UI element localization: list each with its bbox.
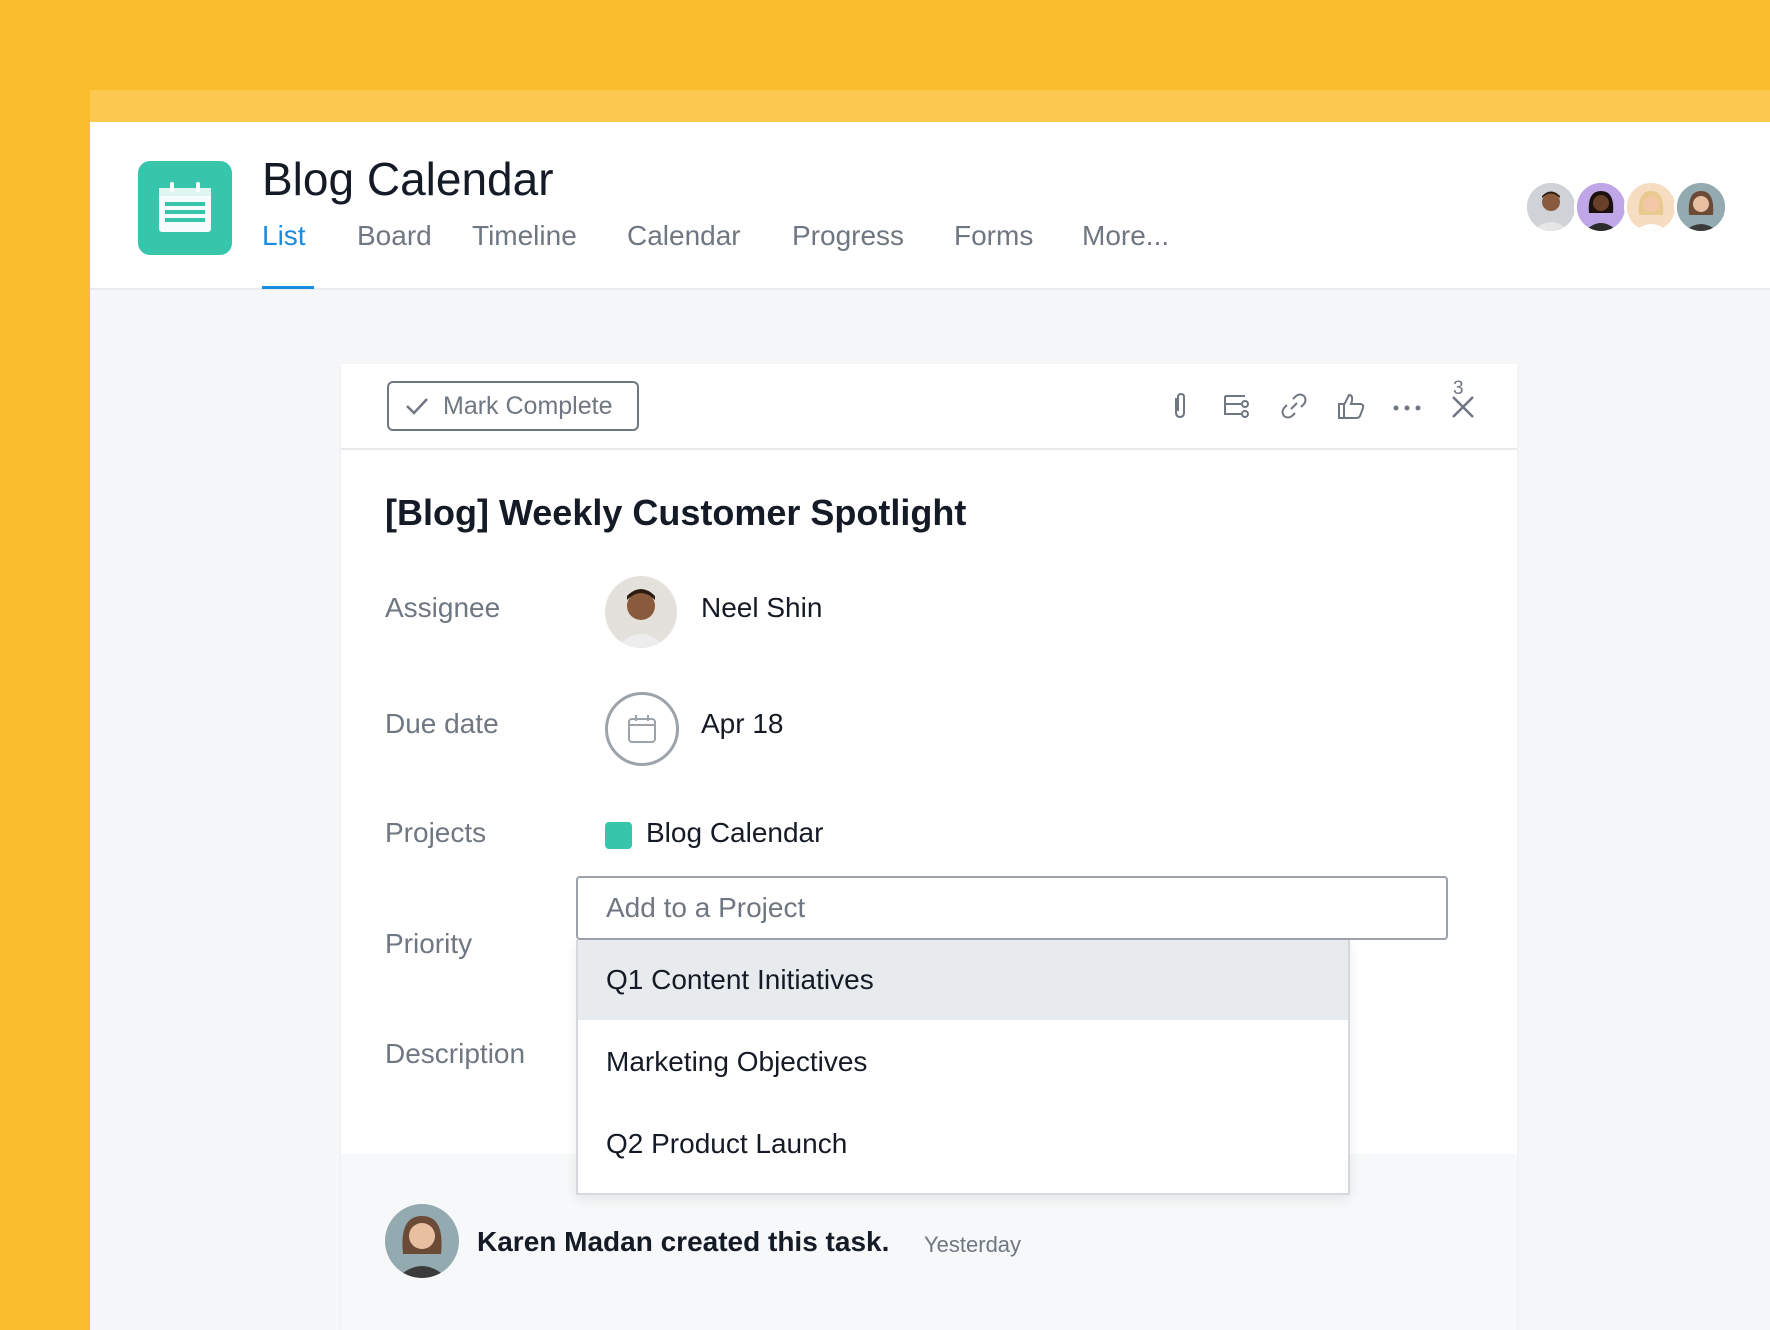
tab-board-label: Board	[357, 220, 432, 251]
add-project-input[interactable]: Add to a Project	[576, 876, 1448, 940]
project-header: Blog Calendar List Board Timeline Calend…	[90, 122, 1770, 290]
avatar[interactable]	[385, 1204, 459, 1278]
tab-more[interactable]: More...	[1082, 220, 1169, 288]
like-icon[interactable]	[1335, 390, 1367, 422]
projects-label: Projects	[385, 817, 487, 848]
project-dropdown: Q1 Content Initiatives Marketing Objecti…	[576, 940, 1350, 1195]
link-icon[interactable]	[1278, 390, 1310, 422]
project-members[interactable]	[1524, 180, 1734, 236]
project-color-swatch	[605, 822, 632, 849]
tab-board[interactable]: Board	[357, 220, 432, 288]
activity-text: Karen Madan created this task.	[477, 1226, 890, 1257]
tab-calendar-label: Calendar	[627, 220, 741, 251]
due-date-label: Due date	[385, 708, 499, 739]
tab-progress-label: Progress	[792, 220, 905, 251]
task-title[interactable]: [Blog] Weekly Customer Spotlight	[385, 492, 966, 534]
more-options-icon[interactable]	[1391, 390, 1423, 422]
tab-forms[interactable]: Forms	[954, 220, 1033, 288]
dropdown-item[interactable]: Marketing Objectives	[578, 1022, 1348, 1102]
assignee-avatar[interactable]	[605, 576, 677, 648]
project-title: Blog Calendar	[262, 153, 554, 205]
avatar[interactable]	[1524, 180, 1578, 234]
subtask-icon[interactable]	[1221, 390, 1253, 422]
dropdown-item[interactable]: Q2 Product Launch	[578, 1104, 1348, 1184]
tab-progress[interactable]: Progress	[792, 220, 904, 288]
close-icon[interactable]	[1447, 390, 1479, 422]
app-window: Blog Calendar List Board Timeline Calend…	[90, 90, 1770, 1330]
tab-forms-label: Forms	[954, 220, 1034, 251]
dropdown-item[interactable]: Q1 Content Initiatives	[578, 940, 1348, 1020]
mark-complete-button[interactable]: Mark Complete	[387, 381, 639, 431]
tab-more-label: More...	[1082, 220, 1170, 251]
assignee-label: Assignee	[385, 592, 501, 623]
tab-timeline[interactable]: Timeline	[472, 220, 577, 288]
calendar-icon[interactable]	[605, 692, 679, 766]
window-strip	[90, 90, 1770, 122]
active-tab-indicator	[262, 286, 314, 289]
description-label: Description	[385, 1038, 526, 1069]
avatar[interactable]	[1574, 180, 1628, 234]
due-date-value[interactable]: Apr 18	[701, 708, 784, 740]
mark-complete-label: Mark Complete	[443, 391, 613, 420]
calendar-project-icon	[138, 161, 232, 255]
tab-calendar[interactable]: Calendar	[627, 220, 741, 288]
assignee-name[interactable]: Neel Shin	[701, 592, 822, 624]
attachment-icon[interactable]	[1164, 390, 1196, 422]
tab-timeline-label: Timeline	[472, 220, 577, 251]
checkmark-icon	[405, 396, 429, 416]
activity-timestamp: Yesterday	[924, 1232, 1022, 1257]
task-toolbar: Mark Complete 3	[341, 364, 1517, 450]
tab-list-label: List	[262, 220, 306, 251]
tab-list[interactable]: List	[262, 220, 314, 289]
project-name[interactable]: Blog Calendar	[646, 817, 823, 849]
priority-label: Priority	[385, 928, 473, 959]
avatar[interactable]	[1624, 180, 1678, 234]
avatar[interactable]	[1674, 180, 1728, 234]
